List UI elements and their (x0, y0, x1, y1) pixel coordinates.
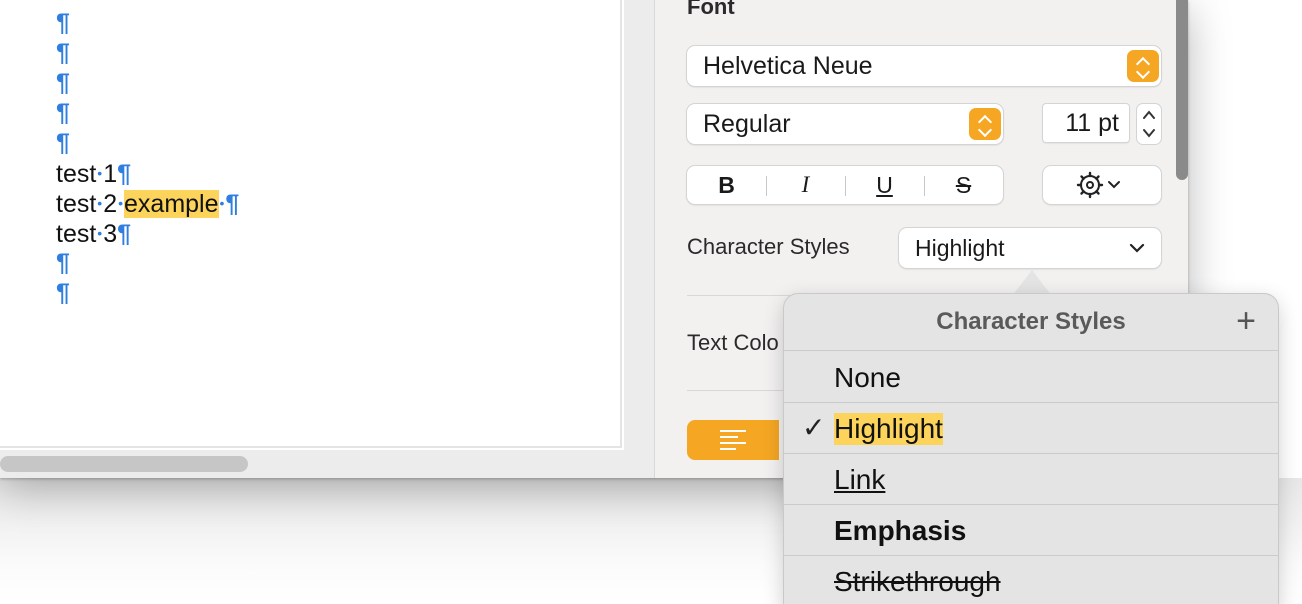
menu-title: Character Styles (784, 294, 1278, 351)
text-style-segmented: B I U S (687, 166, 1003, 204)
gear-chevron-icon (1076, 171, 1120, 199)
pilcrow: ¶ (56, 39, 70, 67)
text-line-3[interactable]: test•3¶ (56, 218, 131, 248)
font-section-title: Font (687, 0, 735, 19)
typeface-popup[interactable]: Regular (687, 104, 1003, 144)
text-color-label: Text Colo (687, 330, 779, 355)
add-style-icon[interactable]: + (1236, 304, 1256, 338)
font-size-value: 11 pt (1065, 108, 1119, 137)
character-styles-label: Character Styles (687, 234, 850, 259)
font-size-field[interactable]: 11 pt (1043, 104, 1129, 142)
bold-button[interactable]: B (687, 166, 766, 204)
empty-paragraph[interactable]: ¶ (56, 248, 70, 278)
text-line-1[interactable]: test•1¶ (56, 158, 131, 188)
checkmark-icon: ✓ (802, 412, 826, 443)
pilcrow: ¶ (56, 69, 70, 97)
space-dot: • (118, 195, 124, 211)
pilcrow: ¶ (56, 279, 70, 307)
inspector-scrollbar[interactable] (1176, 0, 1188, 180)
menu-item-label: Link (834, 464, 886, 495)
empty-paragraph[interactable]: ¶ (56, 98, 70, 128)
horizontal-scrollbar[interactable] (0, 456, 248, 472)
typeface-value: Regular (703, 109, 791, 138)
menu-title-text: Character Styles (936, 308, 1126, 335)
document-canvas[interactable]: ¶ ¶ ¶ ¶ ¶ test•1¶ test•2•example•¶ test•… (0, 0, 622, 448)
menu-item-strikethrough[interactable]: Strikethrough (784, 556, 1278, 604)
word: test (56, 220, 97, 248)
pilcrow: ¶ (225, 190, 240, 218)
menu-item-link[interactable]: Link (784, 454, 1278, 505)
canvas-gutter (624, 0, 654, 478)
font-family-popup[interactable]: Helvetica Neue (687, 46, 1161, 86)
chevron-down-icon (1129, 243, 1145, 253)
word: test (56, 190, 97, 218)
menu-item-emphasis[interactable]: Emphasis (784, 505, 1278, 556)
character-style-value: Highlight (915, 234, 1005, 261)
word: 3 (103, 220, 118, 248)
stepper-arrows-icon (1143, 110, 1155, 138)
align-left-icon (720, 430, 746, 450)
font-family-chevrons-icon (1127, 50, 1159, 82)
pilcrow: ¶ (56, 129, 70, 157)
typeface-chevrons-icon (969, 108, 1001, 140)
italic-button[interactable]: I (766, 166, 845, 204)
pilcrow: ¶ (56, 99, 70, 127)
align-left-button[interactable] (687, 420, 779, 460)
empty-paragraph[interactable]: ¶ (56, 128, 70, 158)
advanced-options-button[interactable] (1043, 166, 1161, 204)
font-family-value: Helvetica Neue (703, 51, 873, 80)
popover-arrow (1012, 270, 1052, 296)
pilcrow: ¶ (117, 160, 132, 188)
pilcrow: ¶ (117, 220, 132, 248)
strikethrough-button[interactable]: S (924, 166, 1003, 204)
empty-paragraph[interactable]: ¶ (56, 278, 70, 308)
character-styles-menu: Character Styles + None ✓ Highlight Link… (784, 294, 1278, 604)
menu-item-label: Emphasis (834, 515, 967, 546)
empty-paragraph[interactable]: ¶ (56, 68, 70, 98)
menu-item-label: None (834, 362, 901, 393)
empty-paragraph[interactable]: ¶ (56, 38, 70, 68)
menu-item-label: Strikethrough (834, 566, 1001, 597)
menu-item-none[interactable]: None (784, 352, 1278, 403)
word: test (56, 160, 97, 188)
character-styles-popup[interactable]: Highlight (899, 228, 1161, 268)
highlighted-word: example (124, 190, 219, 218)
menu-item-highlight[interactable]: ✓ Highlight (784, 403, 1278, 454)
pilcrow: ¶ (56, 249, 70, 277)
empty-paragraph[interactable]: ¶ (56, 8, 70, 38)
word: 2 (103, 190, 118, 218)
menu-item-label: Highlight (834, 413, 943, 445)
underline-button[interactable]: U (845, 166, 924, 204)
word: 1 (103, 160, 118, 188)
font-size-stepper[interactable] (1137, 104, 1161, 144)
pilcrow: ¶ (56, 9, 70, 37)
text-line-2[interactable]: test•2•example•¶ (56, 188, 239, 218)
